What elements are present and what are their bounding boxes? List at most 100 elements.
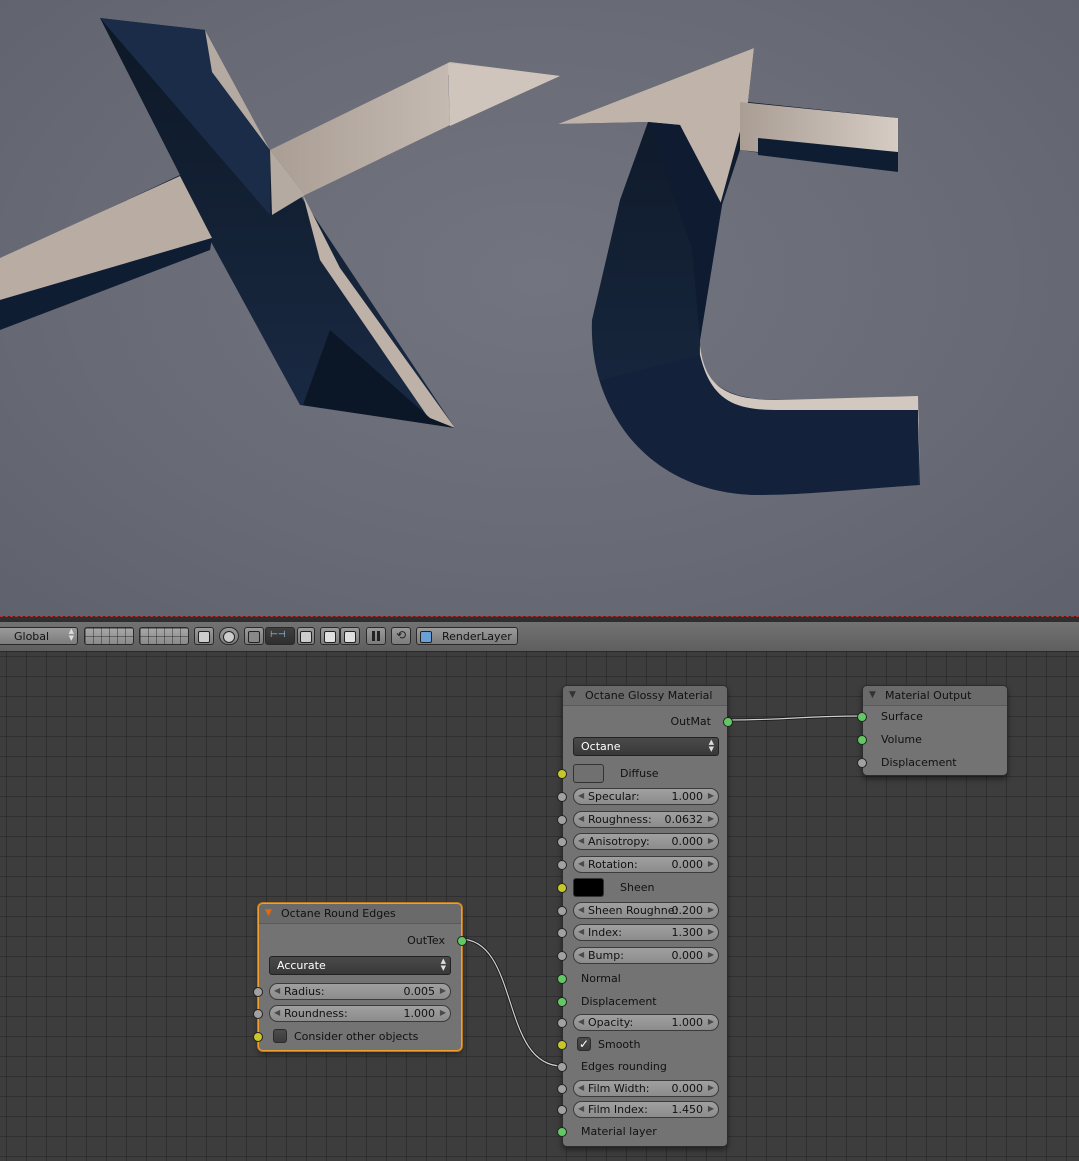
decrement-arrow-icon[interactable]: ◀ [578, 1017, 584, 1026]
socket-displacement[interactable] [557, 997, 567, 1007]
increment-arrow-icon[interactable]: ▶ [440, 986, 446, 995]
increment-arrow-icon[interactable]: ▶ [708, 1104, 714, 1113]
decrement-arrow-icon[interactable]: ◀ [578, 1083, 584, 1092]
socket-roughness[interactable] [557, 815, 567, 825]
rotation-slider[interactable]: ◀ Rotation: 0.000 ▶ [573, 856, 719, 873]
render-preview [0, 18, 920, 495]
decrement-arrow-icon[interactable]: ◀ [578, 927, 584, 936]
slider-value: 1.000 [671, 1016, 704, 1029]
increment-arrow-icon[interactable]: ▶ [708, 950, 714, 959]
refresh-icon[interactable]: ⟲ [391, 627, 411, 645]
increment-arrow-icon[interactable]: ▶ [708, 836, 714, 845]
render-layer-selector[interactable]: RenderLayer [416, 627, 518, 645]
socket-outmat[interactable] [723, 717, 733, 727]
node-editor-canvas[interactable]: ▼ Octane Round Edges OutTex Accurate ▲ ▼ … [0, 652, 1079, 1161]
consider-other-objects-checkbox[interactable] [273, 1029, 287, 1043]
socket-bump[interactable] [557, 951, 567, 961]
pivot-dropdown[interactable]: Global ▲ ▼ [0, 627, 78, 645]
socket-anisotropy[interactable] [557, 837, 567, 847]
socket-normal[interactable] [557, 974, 567, 984]
link-outtex-edges [459, 937, 563, 1068]
socket-smooth[interactable] [557, 1040, 567, 1050]
increment-arrow-icon[interactable]: ▶ [708, 905, 714, 914]
node-octane-glossy-material[interactable]: ▼ Octane Glossy Material OutMat Octane ▲… [557, 685, 733, 1147]
socket-material-layer[interactable] [557, 1127, 567, 1137]
decrement-arrow-icon[interactable]: ◀ [578, 1104, 584, 1113]
round-mode-dropdown[interactable]: Accurate ▲ ▼ [269, 956, 451, 975]
node-material-output[interactable]: ▼ Material Output Surface Volume Displac… [857, 685, 1008, 776]
socket-radius[interactable] [253, 987, 263, 997]
socket-film-index[interactable] [557, 1105, 567, 1115]
decrement-arrow-icon[interactable]: ◀ [578, 836, 584, 845]
increment-arrow-icon[interactable]: ▶ [708, 814, 714, 823]
layer-grid-1[interactable] [84, 627, 134, 645]
socket-diffuse[interactable] [557, 769, 567, 779]
increment-arrow-icon[interactable]: ▶ [708, 791, 714, 800]
index-slider[interactable]: ◀ Index: 1.300 ▶ [573, 924, 719, 941]
film-index-slider[interactable]: ◀ Film Index: 1.450 ▶ [573, 1101, 719, 1118]
proportional-edit-icon[interactable] [219, 627, 239, 645]
socket-surface[interactable] [857, 712, 867, 722]
opengl-animation-icon[interactable] [340, 627, 360, 645]
socket-output-displacement[interactable] [857, 758, 867, 768]
node-octane-round-edges[interactable]: ▼ Octane Round Edges OutTex Accurate ▲ ▼ … [253, 903, 467, 1051]
slider-label: Bump: [588, 949, 624, 962]
decrement-arrow-icon[interactable]: ◀ [578, 791, 584, 800]
roundness-slider[interactable]: ◀ Roundness: 1.000 ▶ [269, 1005, 451, 1022]
socket-edges-rounding[interactable] [557, 1062, 567, 1072]
socket-opacity[interactable] [557, 1018, 567, 1028]
radius-slider[interactable]: ◀ Radius: 0.005 ▶ [269, 983, 451, 1000]
pause-icon[interactable] [366, 627, 386, 645]
increment-arrow-icon[interactable]: ▶ [708, 1017, 714, 1026]
socket-volume[interactable] [857, 735, 867, 745]
checkbox-label: Consider other objects [294, 1030, 419, 1043]
node-header[interactable]: ▼ Octane Round Edges [259, 904, 461, 924]
socket-sheen[interactable] [557, 883, 567, 893]
node-header[interactable]: ▼ Material Output [863, 686, 1007, 706]
pause-bar-left [372, 631, 375, 641]
snap-target-icon[interactable] [297, 627, 315, 645]
socket-film-width[interactable] [557, 1084, 567, 1094]
sheen-roughness-slider[interactable]: ◀ Sheen Roughne: 0.200 ▶ [573, 902, 719, 919]
increment-arrow-icon[interactable]: ▶ [708, 927, 714, 936]
anisotropy-slider[interactable]: ◀ Anisotropy: 0.000 ▶ [573, 833, 719, 850]
decrement-arrow-icon[interactable]: ◀ [274, 1008, 280, 1017]
slider-value: 1.000 [671, 790, 704, 803]
increment-arrow-icon[interactable]: ▶ [440, 1008, 446, 1017]
socket-specular[interactable] [557, 792, 567, 802]
collapse-triangle-icon[interactable]: ▼ [569, 690, 576, 700]
bump-slider[interactable]: ◀ Bump: 0.000 ▶ [573, 947, 719, 964]
smooth-checkbox[interactable]: ✓ [577, 1037, 591, 1051]
decrement-arrow-icon[interactable]: ◀ [578, 950, 584, 959]
film-width-slider[interactable]: ◀ Film Width: 0.000 ▶ [573, 1080, 719, 1097]
snap-magnet-icon[interactable] [244, 627, 264, 645]
specular-slider[interactable]: ◀ Specular: 1.000 ▶ [573, 788, 719, 805]
socket-sheen-roughness[interactable] [557, 906, 567, 916]
opengl-render-icon[interactable] [320, 627, 340, 645]
socket-index[interactable] [557, 928, 567, 938]
slider-label: Rotation: [588, 858, 638, 871]
roughness-slider[interactable]: ◀ Roughness: 0.0632 ▶ [573, 811, 719, 828]
node-header[interactable]: ▼ Octane Glossy Material [563, 686, 727, 706]
socket-consider-other-objects[interactable] [253, 1032, 263, 1042]
socket-outtex[interactable] [457, 936, 467, 946]
3d-viewport[interactable] [0, 0, 1079, 616]
socket-roundness[interactable] [253, 1009, 263, 1019]
collapse-triangle-icon[interactable]: ▼ [869, 690, 876, 700]
opacity-slider[interactable]: ◀ Opacity: 1.000 ▶ [573, 1014, 719, 1031]
decrement-arrow-icon[interactable]: ◀ [578, 814, 584, 823]
layer-grid-2[interactable] [139, 627, 189, 645]
increment-arrow-icon[interactable]: ▶ [708, 859, 714, 868]
decrement-arrow-icon[interactable]: ◀ [578, 905, 584, 914]
collapse-triangle-icon[interactable]: ▼ [265, 908, 272, 918]
engine-dropdown[interactable]: Octane ▲ ▼ [573, 737, 719, 756]
sheen-color-swatch[interactable] [573, 878, 604, 897]
lock-layers-icon[interactable] [194, 627, 214, 645]
diffuse-color-swatch[interactable] [573, 764, 604, 783]
snap-element-dropdown[interactable]: ⊢⊣ [265, 627, 295, 645]
slider-label: Film Index: [588, 1103, 648, 1116]
socket-rotation[interactable] [557, 860, 567, 870]
decrement-arrow-icon[interactable]: ◀ [274, 986, 280, 995]
increment-arrow-icon[interactable]: ▶ [708, 1083, 714, 1092]
decrement-arrow-icon[interactable]: ◀ [578, 859, 584, 868]
